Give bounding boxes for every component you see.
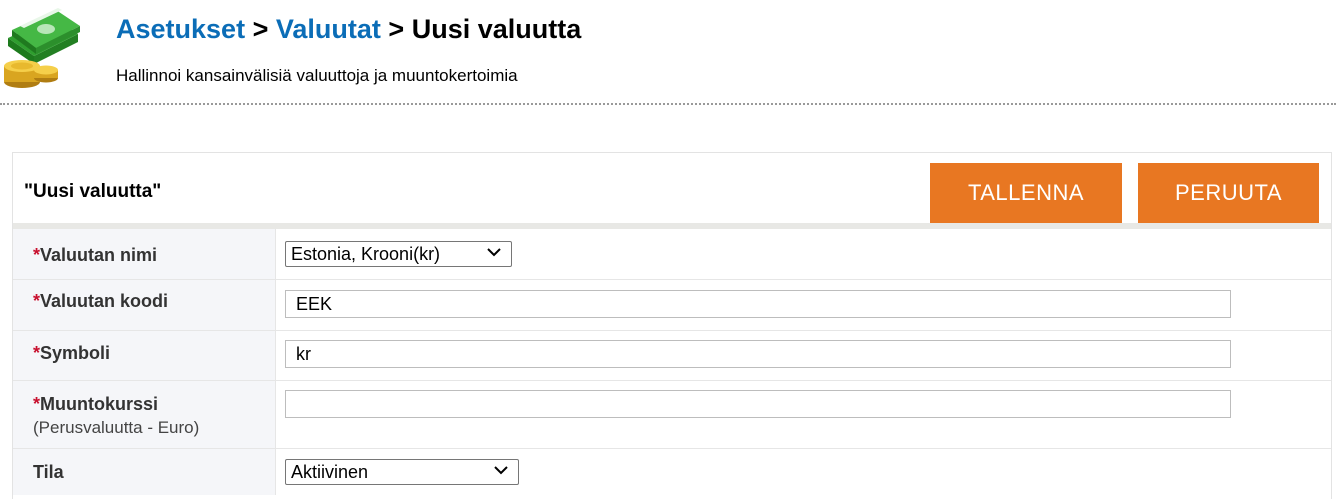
page-header: Asetukset > Valuutat > Uusi valuutta Hal… [0,0,1336,105]
currency-name-select[interactable]: Estonia, Krooni(kr) [285,241,512,267]
status-select[interactable]: Aktiivinen [285,459,519,485]
breadcrumb-separator: > [388,14,405,44]
symbol-label: *Symboli [33,343,111,363]
currency-code-input[interactable] [285,290,1231,318]
conversion-rate-label: *Muuntokurssi [33,394,159,414]
currency-name-value: Estonia, Krooni(kr) [291,244,441,264]
new-currency-panel: "Uusi valuutta" TALLENNA PERUUTA *Valuut… [12,152,1332,499]
currency-code-label: *Valuutan koodi [33,291,169,311]
form-row-status: Tila Aktiivinen [13,449,1331,495]
required-marker: * [33,343,41,363]
breadcrumb-separator: > [252,14,269,44]
breadcrumb-current: Uusi valuutta [411,14,582,44]
page-subtitle: Hallinnoi kansainvälisiä valuuttoja ja m… [116,66,518,85]
currency-name-label: *Valuutan nimi [33,245,158,265]
conversion-rate-sublabel: (Perusvaluutta - Euro) [33,418,200,437]
save-button[interactable]: TALLENNA [930,163,1122,223]
panel-header: "Uusi valuutta" TALLENNA PERUUTA [13,153,1331,229]
form-row-conversion-rate: *Muuntokurssi (Perusvaluutta - Euro) [13,381,1331,449]
breadcrumb: Asetukset > Valuutat > Uusi valuutta [116,14,581,45]
status-value: Aktiivinen [291,462,369,482]
symbol-input[interactable] [285,340,1231,368]
breadcrumb-currencies-link[interactable]: Valuutat [276,14,381,44]
form-row-currency-code: *Valuutan koodi [13,280,1331,331]
form-row-currency-name: *Valuutan nimi Estonia, Krooni(kr) [13,229,1331,280]
header-divider [0,103,1336,105]
chevron-down-icon [487,248,501,257]
conversion-rate-input[interactable] [285,390,1231,418]
panel-title: "Uusi valuutta" [24,181,162,202]
required-marker: * [33,245,41,265]
breadcrumb-settings-link[interactable]: Asetukset [116,14,245,44]
status-label: Tila [33,462,64,482]
required-marker: * [33,291,41,311]
cancel-button[interactable]: PERUUTA [1138,163,1319,223]
money-stack-coins-icon [4,8,80,88]
form-row-symbol: *Symboli [13,331,1331,381]
required-marker: * [33,394,41,414]
chevron-down-icon [494,466,508,475]
